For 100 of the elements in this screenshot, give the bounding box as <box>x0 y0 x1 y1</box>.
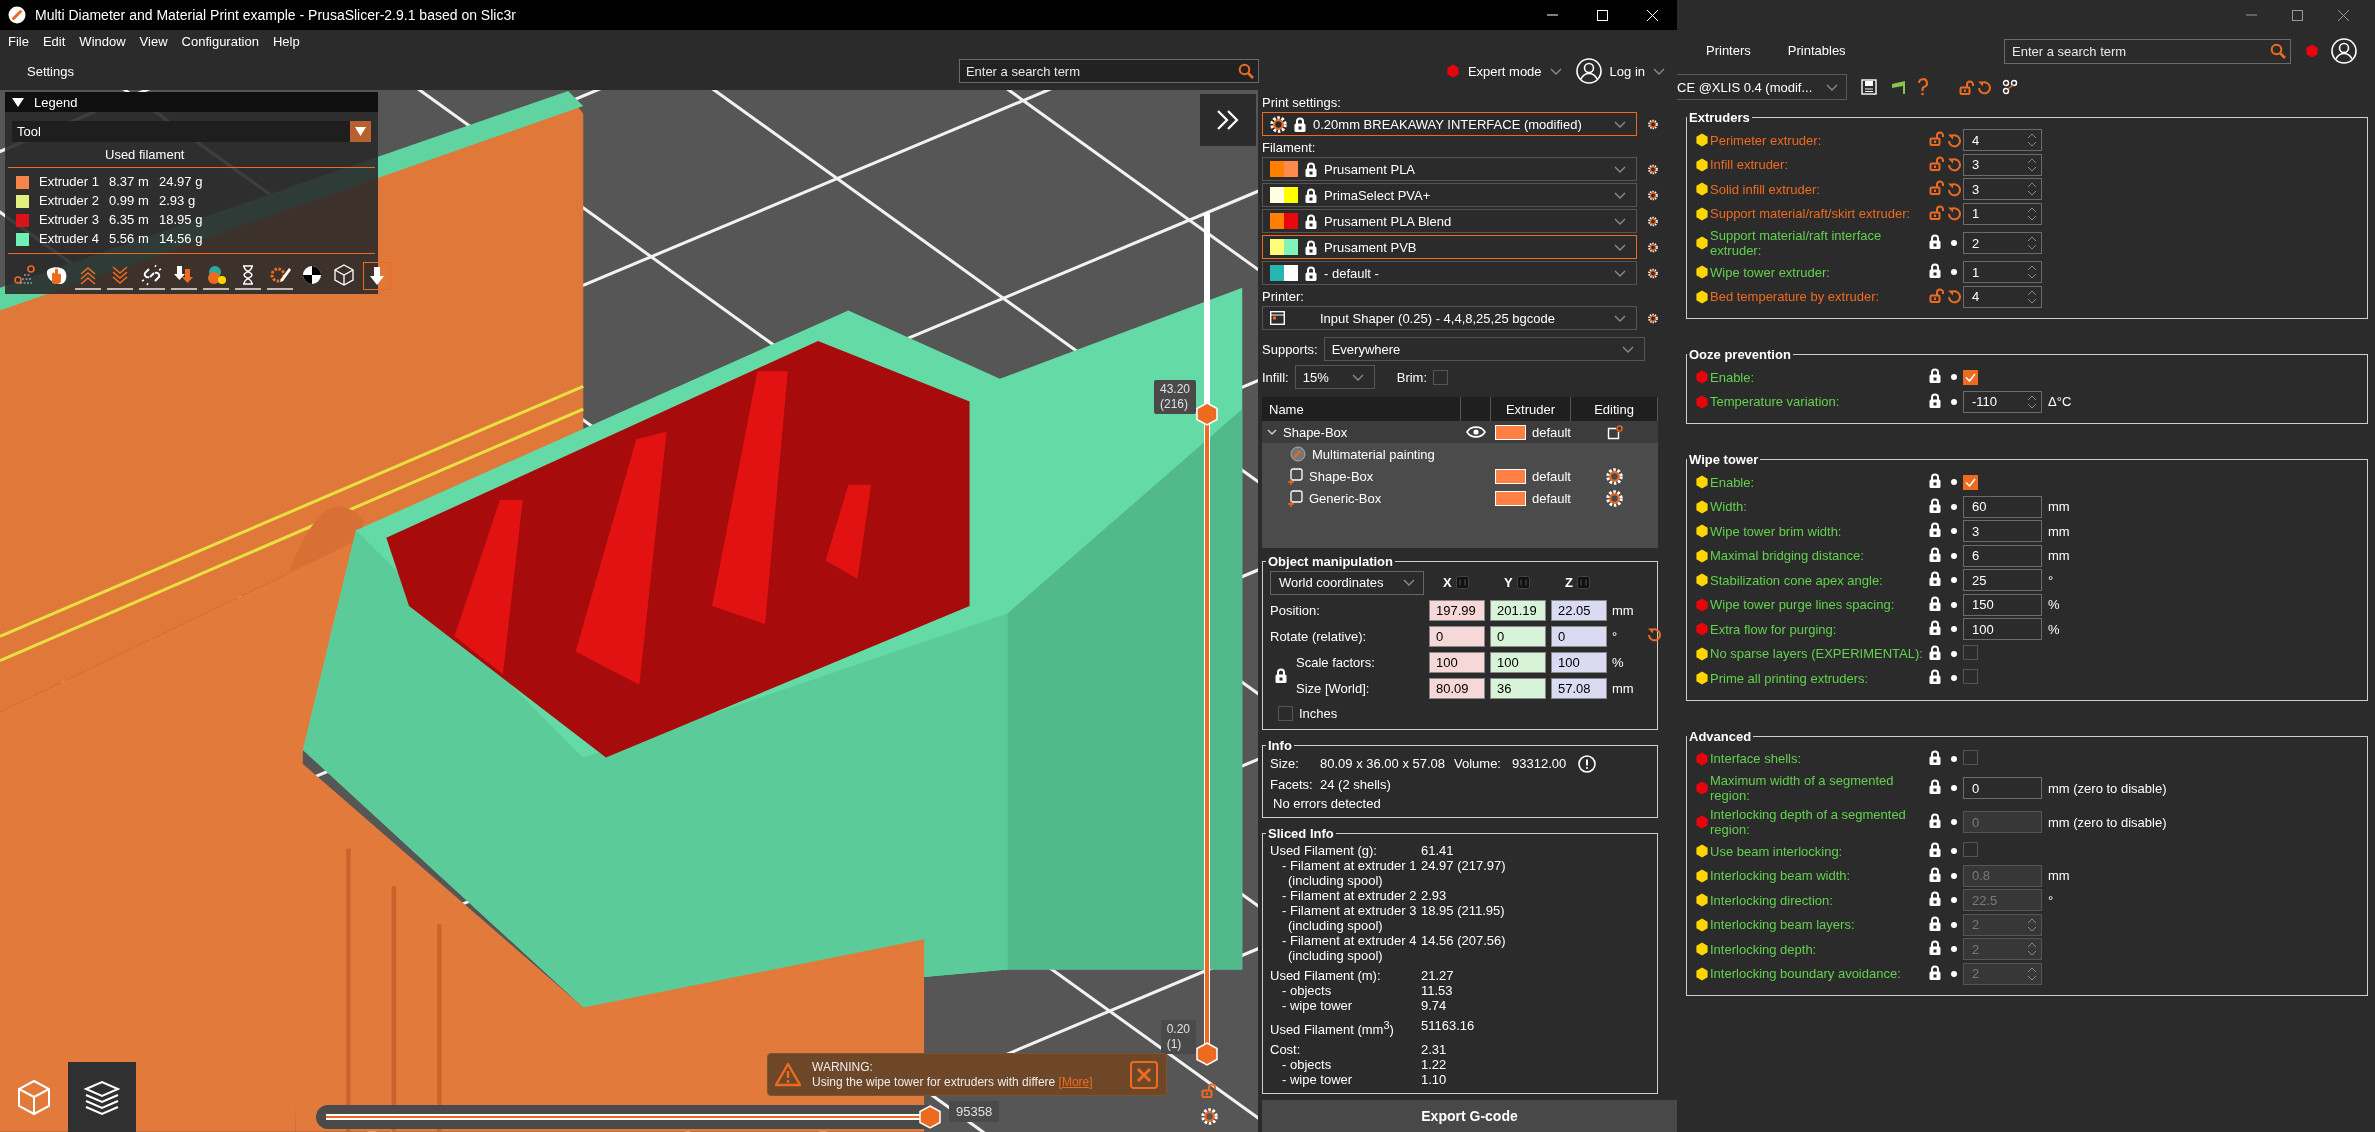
number-field[interactable]: 1 <box>1963 261 2042 284</box>
lock-icon[interactable] <box>1929 915 1941 931</box>
export-gcode-button[interactable]: Export G-code <box>1262 1100 1677 1132</box>
lock-icon[interactable] <box>1294 116 1306 132</box>
close-button[interactable] <box>1130 1060 1158 1089</box>
number-field[interactable]: 100 <box>1963 618 2042 641</box>
mode-dropdown[interactable]: Expert mode <box>1445 63 1562 79</box>
spin-arrows-icon[interactable] <box>2026 393 2038 410</box>
slider-thumb[interactable] <box>919 1105 941 1129</box>
number-field[interactable]: -110 <box>1963 390 2042 413</box>
unlocked-padlock-icon[interactable] <box>1929 131 1944 147</box>
lock-icon[interactable] <box>1929 234 1941 249</box>
menu-item[interactable]: Edit <box>35 33 73 49</box>
lock-icon[interactable] <box>1929 546 1941 562</box>
compare-nodes-icon[interactable] <box>2002 79 2019 95</box>
lock-icon[interactable] <box>1929 669 1941 685</box>
question-mark-icon[interactable] <box>1917 78 1930 96</box>
spin-arrows-icon[interactable] <box>2026 181 2038 198</box>
filament-dropdown[interactable]: Prusament PLA Blend <box>1262 209 1637 233</box>
move-slider[interactable] <box>316 1105 939 1129</box>
number-field[interactable]: 1 <box>1963 202 2042 225</box>
number-field[interactable]: 57.08 <box>1551 677 1607 699</box>
supports-dropdown[interactable]: Everywhere <box>1323 337 1645 361</box>
search-icon[interactable] <box>1237 63 1254 79</box>
lock-icon[interactable] <box>1929 473 1941 489</box>
lock-icon[interactable] <box>1929 595 1941 611</box>
unlocked-padlock-icon[interactable] <box>1929 155 1944 171</box>
menu-item[interactable]: File <box>1 33 36 49</box>
number-field[interactable]: 3 <box>1963 153 2042 176</box>
lock-icon[interactable] <box>1929 368 1941 384</box>
menu-item[interactable]: Configuration <box>174 33 266 49</box>
number-field[interactable]: 3 <box>1963 520 2042 543</box>
filament-dropdown[interactable]: Prusament PLA <box>1262 157 1637 181</box>
number-field[interactable]: 197.99 <box>1429 599 1485 621</box>
layers-view-button[interactable] <box>68 1062 136 1132</box>
broken-link-icon[interactable] <box>139 262 165 290</box>
undo-arrow-icon[interactable] <box>1946 289 1962 305</box>
upper-slider-thumb[interactable] <box>1196 402 1218 427</box>
legend-header[interactable]: Legend <box>5 92 378 112</box>
number-field[interactable]: 100 <box>1551 651 1607 673</box>
option-checkbox[interactable] <box>1963 644 1978 660</box>
option-checkbox[interactable] <box>1963 669 1978 685</box>
unlocked-padlock-icon[interactable] <box>1929 287 1944 303</box>
inches-checkbox[interactable] <box>1278 705 1293 721</box>
undo-arrow-icon[interactable] <box>1946 157 1962 173</box>
number-field[interactable]: 2 <box>1963 232 2042 254</box>
settings-icon[interactable] <box>1201 1108 1218 1125</box>
spin-arrows-icon[interactable] <box>2026 132 2038 149</box>
settings-icon[interactable] <box>1606 489 1623 507</box>
settings-button[interactable]: Settings <box>20 59 81 83</box>
tab[interactable]: Printables <box>1787 38 1846 64</box>
hourglass-icon[interactable] <box>235 262 261 290</box>
settings-icon[interactable] <box>1270 115 1287 133</box>
spin-arrows-icon[interactable] <box>2026 205 2038 222</box>
lock-icon[interactable] <box>1305 161 1317 177</box>
lock-icon[interactable] <box>1929 571 1941 587</box>
unlocked-padlock-icon[interactable] <box>1959 79 1975 95</box>
collapse-triangle-icon[interactable] <box>11 95 25 109</box>
option-checkbox[interactable] <box>1963 842 1978 858</box>
spin-arrows-icon[interactable] <box>2026 264 2038 281</box>
number-field[interactable]: 25 <box>1963 569 2042 592</box>
number-field[interactable]: 3 <box>1963 178 2042 201</box>
save-icon[interactable] <box>1861 79 1878 95</box>
number-field[interactable]: 4 <box>1963 129 2042 152</box>
number-field[interactable]: 150 <box>1963 593 2042 616</box>
undo-arrow-icon[interactable] <box>1647 627 1662 643</box>
view-type-dropdown[interactable]: Tool <box>12 121 371 142</box>
user-icon[interactable] <box>1575 58 1602 84</box>
lock-icon[interactable] <box>1929 522 1941 538</box>
flag-icon[interactable] <box>1891 79 1908 95</box>
settings-badge-icon[interactable] <box>1606 424 1623 440</box>
filament-dropdown[interactable]: Prusament PVB <box>1262 235 1637 259</box>
search-field[interactable]: Enter a search term <box>2004 38 2291 64</box>
spin-arrows-icon[interactable] <box>2026 156 2038 173</box>
double-chevron-icon[interactable] <box>1215 109 1241 131</box>
undo-arrow-icon[interactable] <box>1946 206 1962 222</box>
option-checkbox[interactable] <box>1963 749 1978 765</box>
lock-icon[interactable] <box>1274 667 1287 683</box>
number-field[interactable]: 0 <box>1429 625 1485 647</box>
login-button[interactable]: Log in <box>1575 58 1665 84</box>
spin-arrows-icon[interactable] <box>2026 235 2038 251</box>
lower-slider-thumb[interactable] <box>1196 1042 1218 1066</box>
lock-icon[interactable] <box>1929 866 1941 882</box>
number-field[interactable]: 0 <box>1963 777 2042 799</box>
lock-icon[interactable] <box>1929 940 1941 956</box>
number-field[interactable]: 100 <box>1490 651 1546 673</box>
undo-arrow-icon[interactable] <box>1946 132 1962 148</box>
number-field[interactable]: 80.09 <box>1429 677 1485 699</box>
tab[interactable]: Printers <box>1706 38 1751 64</box>
collapse-sidebar-button[interactable] <box>1200 94 1256 146</box>
number-field[interactable]: 0 <box>1551 625 1607 647</box>
preset-dropdown[interactable]: CE @XLIS 0.4 (modif... <box>1677 74 1848 100</box>
lock-icon[interactable] <box>1305 265 1317 281</box>
number-field[interactable]: 6 <box>1963 544 2042 567</box>
user-icon[interactable] <box>2331 38 2357 64</box>
search-field[interactable]: Enter a search term <box>958 59 1259 83</box>
lock-icon[interactable] <box>1929 891 1941 907</box>
lock-icon[interactable] <box>1929 263 1941 279</box>
printer-dropdown[interactable]: Input Shaper (0.25) - 4,4,8,25,25 bgcode <box>1262 306 1637 330</box>
number-field[interactable]: 0 <box>1490 625 1546 647</box>
